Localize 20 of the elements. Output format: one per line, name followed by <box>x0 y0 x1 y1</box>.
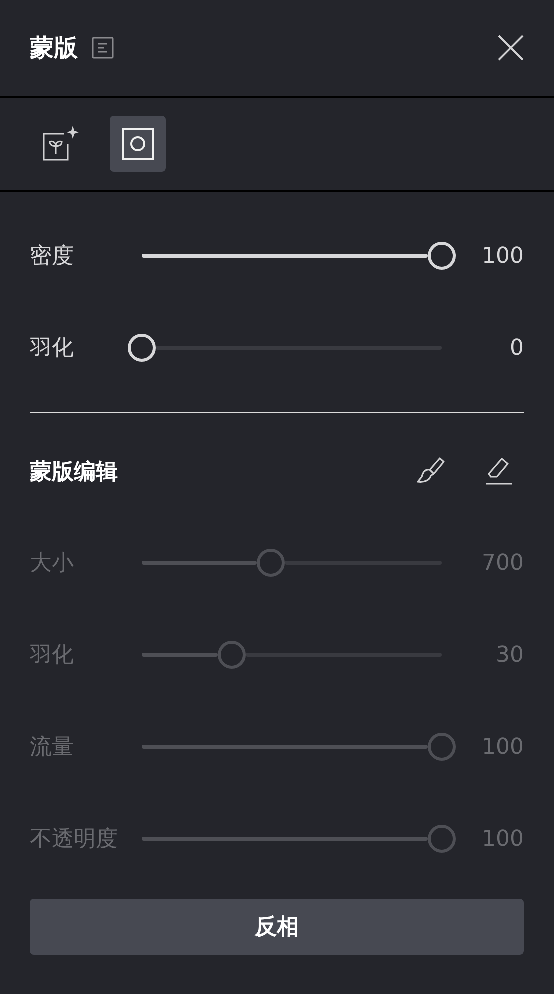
slider-value: 100 <box>481 734 524 762</box>
slider-label: 不透明度 <box>30 826 119 854</box>
slider-value: 100 <box>481 826 524 854</box>
panel-title: 蒙版 <box>30 33 78 64</box>
section-title: 蒙版编辑 <box>30 458 119 486</box>
slider-label: 密度 <box>30 242 75 270</box>
document-icon[interactable] <box>92 37 114 59</box>
slider-label: 羽化 <box>30 334 75 362</box>
tool-button[interactable] <box>484 457 514 487</box>
slider-value: 0 <box>509 334 524 362</box>
slider-label: 羽化 <box>30 642 75 670</box>
slider-value: 700 <box>481 550 524 578</box>
slider-label: 大小 <box>30 550 75 578</box>
eraser-icon <box>484 457 514 487</box>
close-icon[interactable] <box>498 35 524 61</box>
slider-label: 流量 <box>30 734 75 762</box>
slider-value: 30 <box>495 642 524 670</box>
slider-value: 100 <box>481 242 524 270</box>
invert-button[interactable]: 反相 <box>30 899 524 955</box>
mode-tab[interactable] <box>110 116 166 172</box>
